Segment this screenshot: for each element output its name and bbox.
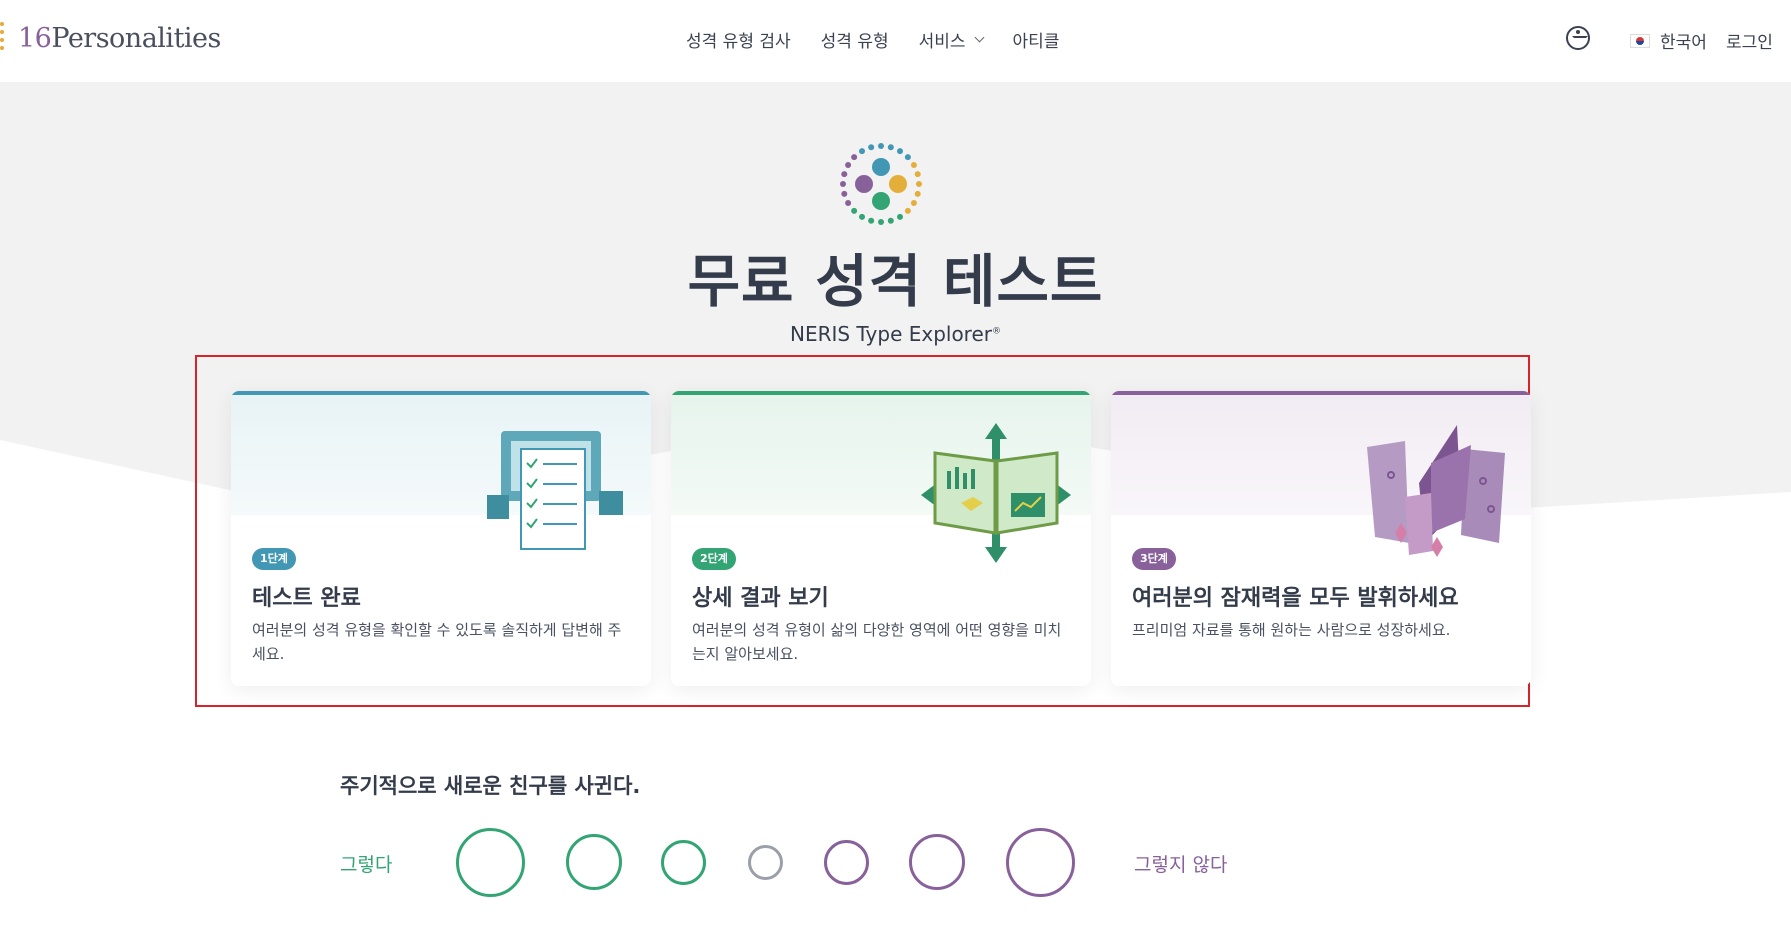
answer-option-disagree-3[interactable] xyxy=(1006,828,1075,897)
step-card-1: 1단계 테스트 완료 여러분의 성격 유형을 확인할 수 있도록 솔직하게 답변… xyxy=(231,391,651,686)
logo-dots-icon xyxy=(0,20,8,56)
registered-mark: ® xyxy=(992,326,1001,337)
step-description: 여러분의 성격 유형을 확인할 수 있도록 솔직하게 답변해 주세요. xyxy=(252,621,622,663)
language-label: 한국어 xyxy=(1660,33,1707,53)
answer-option-neutral[interactable] xyxy=(748,845,783,880)
site-header: 16Personalities 성격 유형 검사 성격 유형 서비스 아티클 한… xyxy=(0,0,1791,82)
step-title: 여러분의 잠재력을 모두 발휘하세요 xyxy=(1132,586,1459,611)
login-link[interactable]: 로그인 xyxy=(1726,28,1773,53)
answer-option-disagree-1[interactable] xyxy=(824,840,869,885)
step-card-2: 2단계 상세 결과 보기 여러분의 성격 유형이 삶의 다양한 영역에 어떤 영… xyxy=(671,391,1091,686)
subtitle-text: NERIS Type Explorer xyxy=(789,322,992,346)
chevron-down-icon xyxy=(974,32,984,43)
potential-crystal-illustration-icon xyxy=(1367,425,1505,557)
nav-services[interactable]: 서비스 xyxy=(918,27,984,52)
answer-option-disagree-2[interactable] xyxy=(909,834,965,890)
nav-articles[interactable]: 아티클 xyxy=(1013,27,1060,52)
step-badge: 1단계 xyxy=(252,548,296,570)
step-card-3: 3단계 여러분의 잠재력을 모두 발휘하세요 프리미엄 자료를 통해 원하는 사… xyxy=(1111,391,1531,686)
open-book-results-illustration-icon xyxy=(921,423,1071,563)
step-description: 프리미엄 자료를 통해 원하는 사람으로 성장하세요. xyxy=(1132,621,1451,639)
step-badge: 3단계 xyxy=(1132,548,1176,570)
page-title: 무료 성격 테스트 xyxy=(687,249,1104,315)
korea-flag-icon xyxy=(1630,33,1650,48)
answer-option-agree-2[interactable] xyxy=(566,834,622,890)
language-selector[interactable]: 한국어 xyxy=(1630,28,1707,53)
accessibility-icon[interactable] xyxy=(1566,26,1590,50)
step-title: 상세 결과 보기 xyxy=(692,586,829,611)
answer-option-agree-1[interactable] xyxy=(661,840,706,885)
test-form-illustration-icon xyxy=(487,431,623,550)
logo-wordmark: 16Personalities xyxy=(18,22,221,54)
page-subtitle: NERIS Type Explorer® xyxy=(0,322,1791,346)
agree-label: 그렇다 xyxy=(340,854,393,876)
disagree-label: 그렇지 않다 xyxy=(1134,854,1228,876)
nav-services-label: 서비스 xyxy=(918,32,966,52)
site-logo[interactable]: 16Personalities xyxy=(0,20,221,56)
question-text: 주기적으로 새로운 친구를 사귄다. xyxy=(340,774,641,798)
step-badge: 2단계 xyxy=(692,548,736,570)
main-nav: 성격 유형 검사 성격 유형 서비스 아티클 xyxy=(686,27,1059,52)
nav-personality-test[interactable]: 성격 유형 검사 xyxy=(686,27,791,52)
step-description: 여러분의 성격 유형이 삶의 다양한 영역에 어떤 영향을 미치는지 알아보세요… xyxy=(692,621,1062,663)
step-title: 테스트 완료 xyxy=(252,586,361,611)
personalities-emblem-icon xyxy=(840,143,922,225)
nav-personality-types[interactable]: 성격 유형 xyxy=(821,27,889,52)
answer-option-agree-3[interactable] xyxy=(456,828,525,897)
